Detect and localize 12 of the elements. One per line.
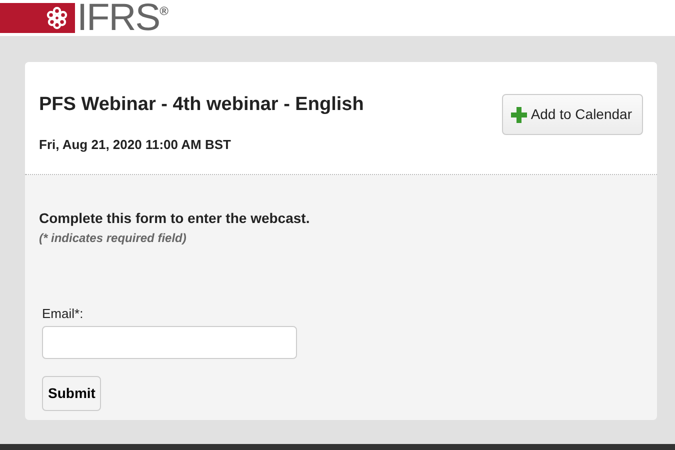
submit-button[interactable]: Submit — [42, 376, 102, 412]
plus-icon — [510, 106, 527, 122]
event-datetime: Fri, Aug 21, 2020 11:00 AM BST — [39, 136, 232, 154]
flower-icon — [45, 6, 69, 30]
registered-mark: ® — [160, 3, 168, 20]
email-field[interactable] — [42, 326, 297, 360]
form-heading: Complete this form to enter the webcast. — [39, 209, 311, 228]
event-title: PFS Webinar - 4th webinar - English — [39, 94, 364, 117]
required-note: (* indicates required field) — [39, 230, 188, 248]
logo-text: IFRS — [77, 0, 160, 36]
add-to-calendar-button[interactable]: Add to Calendar — [502, 94, 643, 135]
field-label: Email*: — [42, 305, 84, 324]
